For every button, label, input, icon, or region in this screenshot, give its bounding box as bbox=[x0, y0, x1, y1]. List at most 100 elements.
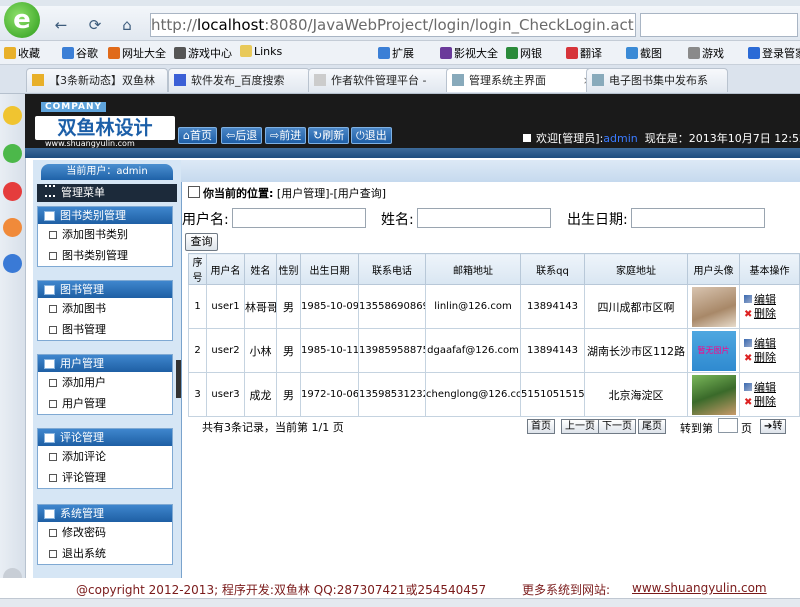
menu-group-title[interactable]: 图书管理 bbox=[38, 281, 172, 298]
browser-search-input[interactable] bbox=[640, 13, 798, 37]
name-input[interactable] bbox=[417, 208, 551, 228]
back-button[interactable]: ⇦后退 bbox=[221, 127, 263, 144]
goto-page-input[interactable] bbox=[718, 418, 738, 433]
table-row: 2 user2 小林 男 1985-10-11 13985958875 dgaa… bbox=[188, 328, 800, 373]
cell-gender: 男 bbox=[276, 328, 301, 373]
menu-item-add-comment[interactable]: 添加评论 bbox=[38, 446, 172, 467]
url-rest: :8080/JavaWebProject/login/login_CheckLo… bbox=[264, 16, 636, 34]
menu-item-book-manage[interactable]: 图书管理 bbox=[38, 319, 172, 340]
cell-name: 小林 bbox=[244, 328, 277, 373]
query-button[interactable]: 查询 bbox=[185, 233, 218, 251]
col-header: 联系qq bbox=[520, 253, 585, 285]
delete-link[interactable]: 删除 bbox=[754, 351, 776, 364]
cell-no: 2 bbox=[188, 328, 207, 373]
back-arrow-icon[interactable]: ← bbox=[50, 14, 72, 36]
browser-logo-icon: e bbox=[4, 2, 40, 38]
bookmark-item[interactable]: 影视大全 bbox=[440, 45, 498, 61]
browser-sidebar bbox=[0, 94, 26, 590]
cell-address: 湖南长沙市区112路 bbox=[584, 328, 688, 373]
menu-item-comment-manage[interactable]: 评论管理 bbox=[38, 467, 172, 488]
menu-group-title[interactable]: 系统管理 bbox=[38, 505, 172, 522]
col-header: 基本操作 bbox=[739, 253, 800, 285]
history-clock-icon[interactable] bbox=[3, 144, 22, 163]
cell-phone: 13985958875 bbox=[358, 328, 426, 373]
cell-ops: 编辑 ✖ 删除 bbox=[739, 328, 800, 373]
edit-link[interactable]: 编辑 bbox=[754, 337, 776, 350]
favorites-star-icon[interactable] bbox=[3, 106, 22, 125]
cell-address: 四川成都市区啊 bbox=[584, 284, 688, 329]
cell-username: user3 bbox=[206, 372, 245, 417]
app-icon[interactable] bbox=[3, 254, 22, 273]
bookmark-item[interactable]: 谷歌 bbox=[62, 45, 98, 61]
menu-item-user-manage[interactable]: 用户管理 bbox=[38, 393, 172, 414]
cell-birth: 1972-10-06 bbox=[300, 372, 359, 417]
site-link[interactable]: www.shuangyulin.com bbox=[632, 581, 767, 595]
mail-icon[interactable] bbox=[3, 218, 22, 237]
next-page-button[interactable]: 下一页 bbox=[598, 419, 636, 434]
col-header: 出生日期 bbox=[300, 253, 359, 285]
current-time: 现在是：2013年10月7日 12:52:46 bbox=[644, 132, 800, 145]
menu-title: 管理菜单 bbox=[37, 184, 177, 202]
edit-link[interactable]: 编辑 bbox=[754, 293, 776, 306]
menu-group-title[interactable]: 用户管理 bbox=[38, 355, 172, 372]
avatar-photo bbox=[691, 374, 736, 415]
tab-active[interactable]: 管理系统主界面× bbox=[446, 68, 598, 92]
bookmark-item[interactable]: 网址大全 bbox=[108, 45, 166, 61]
bookmark-item[interactable]: 截图 bbox=[626, 45, 662, 61]
page-unit-label: 页 bbox=[741, 422, 752, 435]
table-header: 序号 用户名 姓名 性别 出生日期 联系电话 邮箱地址 联系qq 家庭地址 用户… bbox=[188, 253, 800, 285]
cell-no: 1 bbox=[188, 284, 207, 329]
bookmark-item[interactable]: 游戏 bbox=[688, 45, 724, 61]
username-input[interactable] bbox=[232, 208, 366, 228]
tab-item[interactable]: 软件发布_百度搜索 bbox=[168, 68, 310, 92]
home-icon[interactable]: ⌂ bbox=[116, 14, 138, 36]
tab-item[interactable]: 【3条新动态】双鱼林 bbox=[26, 68, 168, 92]
menu-item-add-book[interactable]: 添加图书 bbox=[38, 298, 172, 319]
cell-username: user2 bbox=[206, 328, 245, 373]
bookmark-item[interactable]: 收藏 bbox=[4, 45, 40, 61]
weibo-icon[interactable] bbox=[3, 182, 22, 201]
bookmark-item[interactable]: 登录管家 bbox=[748, 45, 800, 61]
paw-icon bbox=[174, 74, 186, 86]
refresh-icon[interactable]: ⟳ bbox=[84, 14, 106, 36]
logout-button[interactable]: ⏻退出 bbox=[351, 127, 392, 144]
table-row: 3 user3 成龙 男 1972-10-06 13598531232 chen… bbox=[188, 372, 800, 417]
edit-link[interactable]: 编辑 bbox=[754, 381, 776, 394]
tab-item[interactable]: 电子图书集中发布系 bbox=[586, 68, 728, 92]
menu-item-book-category-manage[interactable]: 图书类别管理 bbox=[38, 245, 172, 266]
bookmark-item[interactable]: 翻译 bbox=[566, 45, 602, 61]
edit-pen-icon bbox=[744, 294, 752, 303]
bookmark-item[interactable]: 游戏中心 bbox=[174, 45, 232, 61]
menu-item-add-user[interactable]: 添加用户 bbox=[38, 372, 172, 393]
col-header: 邮箱地址 bbox=[425, 253, 521, 285]
home-button[interactable]: ⌂首页 bbox=[178, 127, 217, 144]
pager-summary: 共有3条记录，当前第 1/1 页 bbox=[202, 421, 344, 434]
cell-qq: 13894143 bbox=[520, 328, 585, 373]
url-input[interactable]: http://localhost:8080/JavaWebProject/log… bbox=[150, 13, 636, 37]
header-band bbox=[25, 148, 800, 158]
delete-x-icon: ✖ bbox=[744, 352, 753, 364]
menu-item-logout[interactable]: 退出系统 bbox=[38, 543, 172, 564]
first-page-button[interactable]: 首页 bbox=[527, 419, 555, 434]
avatar-placeholder: 暂无图片 bbox=[691, 330, 736, 371]
delete-link[interactable]: 删除 bbox=[754, 307, 776, 320]
go-button[interactable]: ➔转 bbox=[760, 419, 787, 434]
bookmark-item[interactable]: Links bbox=[240, 45, 282, 58]
cell-ops: 编辑 ✖ 删除 bbox=[739, 284, 800, 329]
menu-item-change-password[interactable]: 修改密码 bbox=[38, 522, 172, 543]
menu-group-title[interactable]: 图书类别管理 bbox=[38, 207, 172, 224]
bookmark-item[interactable]: 扩展 bbox=[378, 45, 414, 61]
menu-item-add-book-category[interactable]: 添加图书类别 bbox=[38, 224, 172, 245]
edit-pen-icon bbox=[744, 338, 752, 347]
prev-page-button[interactable]: 上一页 bbox=[561, 419, 599, 434]
bookmark-item[interactable]: 网银 bbox=[506, 45, 542, 61]
forward-button[interactable]: ⇨前进 bbox=[265, 127, 307, 144]
birth-input[interactable] bbox=[631, 208, 765, 228]
cell-birth: 1985-10-11 bbox=[300, 328, 359, 373]
tab-item[interactable]: 作者软件管理平台 - bbox=[308, 68, 450, 92]
last-page-button[interactable]: 尾页 bbox=[638, 419, 666, 434]
delete-link[interactable]: 删除 bbox=[754, 395, 776, 408]
menu-group-title[interactable]: 评论管理 bbox=[38, 429, 172, 446]
birth-label: 出生日期: bbox=[567, 212, 628, 228]
refresh-button[interactable]: ↻刷新 bbox=[308, 127, 350, 144]
